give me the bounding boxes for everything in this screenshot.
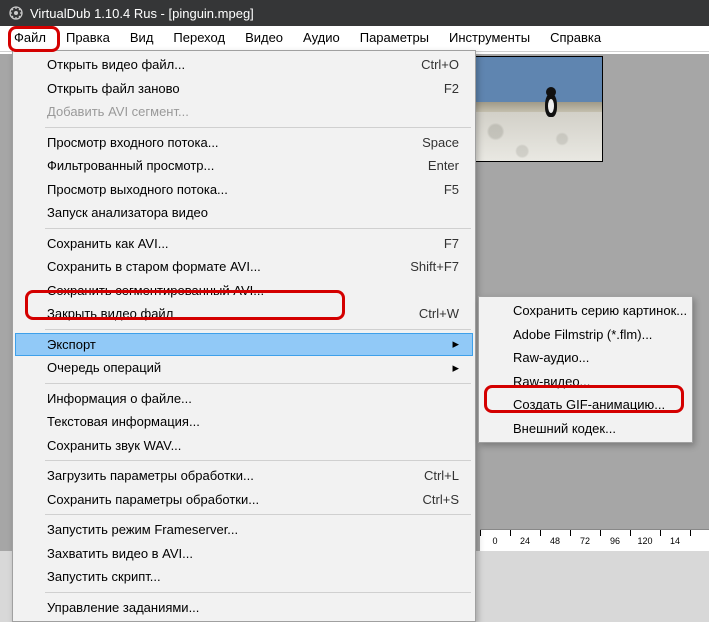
timeline-tick-label: 96	[600, 536, 630, 546]
window-title: VirtualDub 1.10.4 Rus - [pinguin.mpeg]	[30, 6, 254, 21]
file-menu-add-avi-segment: Добавить AVI сегмент...	[15, 100, 473, 124]
file-menu-load-processing[interactable]: Загрузить параметры обработки... Ctrl+L	[15, 464, 473, 488]
menu-bar: Файл Правка Вид Переход Видео Аудио Пара…	[0, 26, 709, 52]
export-external-codec[interactable]: Внешний кодек...	[481, 417, 690, 441]
file-menu-export[interactable]: Экспорт ▸	[15, 333, 473, 357]
export-create-gif[interactable]: Создать GIF-анимацию...	[481, 393, 690, 417]
file-menu-save-wav[interactable]: Сохранить звук WAV...	[15, 434, 473, 458]
file-menu-dropdown: Открыть видео файл... Ctrl+O Открыть фай…	[12, 50, 476, 622]
file-menu-save-segmented-avi[interactable]: Сохранить сегментированный AVI...	[15, 279, 473, 303]
file-menu-open-video[interactable]: Открыть видео файл... Ctrl+O	[15, 53, 473, 77]
menu-separator	[45, 592, 471, 593]
file-menu-preview-filtered[interactable]: Фильтрованный просмотр... Enter	[15, 154, 473, 178]
file-menu-save-processing[interactable]: Сохранить параметры обработки... Ctrl+S	[15, 488, 473, 512]
file-menu-capture-avi[interactable]: Захватить видео в AVI...	[15, 542, 473, 566]
timeline-tick-label: 24	[510, 536, 540, 546]
menu-video[interactable]: Видео	[235, 26, 293, 51]
timeline-tick-label: 48	[540, 536, 570, 546]
file-menu-run-analyzer[interactable]: Запуск анализатора видео	[15, 201, 473, 225]
timeline-tick-label: 72	[570, 536, 600, 546]
menu-separator	[45, 127, 471, 128]
video-preview	[468, 56, 603, 162]
file-menu-run-script[interactable]: Запустить скрипт...	[15, 565, 473, 589]
menu-edit[interactable]: Правка	[56, 26, 120, 51]
menu-help[interactable]: Справка	[540, 26, 611, 51]
menu-file[interactable]: Файл	[4, 26, 56, 51]
file-menu-text-info[interactable]: Текстовая информация...	[15, 410, 473, 434]
file-menu-preview-input[interactable]: Просмотр входного потока... Space	[15, 131, 473, 155]
file-menu-queue[interactable]: Очередь операций ▸	[15, 356, 473, 380]
timeline-tick-label: 120	[630, 536, 660, 546]
file-menu-save-old-avi[interactable]: Сохранить в старом формате AVI... Shift+…	[15, 255, 473, 279]
file-menu-reopen[interactable]: Открыть файл заново F2	[15, 77, 473, 101]
file-menu-frameserver[interactable]: Запустить режим Frameserver...	[15, 518, 473, 542]
file-menu-job-control[interactable]: Управление заданиями...	[15, 596, 473, 620]
menu-tools[interactable]: Инструменты	[439, 26, 540, 51]
submenu-arrow-icon: ▸	[451, 360, 459, 376]
menu-separator	[45, 460, 471, 461]
menu-separator	[45, 329, 471, 330]
timeline-ruler[interactable]: 02448729612014	[480, 529, 709, 551]
menu-view[interactable]: Вид	[120, 26, 164, 51]
title-bar: VirtualDub 1.10.4 Rus - [pinguin.mpeg]	[0, 0, 709, 26]
menu-goto[interactable]: Переход	[163, 26, 235, 51]
penguin-graphic	[542, 87, 560, 123]
timeline-tick-label: 14	[660, 536, 690, 546]
app-icon	[8, 5, 24, 21]
menu-separator	[45, 514, 471, 515]
menu-options[interactable]: Параметры	[350, 26, 439, 51]
submenu-arrow-icon: ▸	[451, 336, 459, 352]
file-menu-file-info[interactable]: Информация о файле...	[15, 387, 473, 411]
export-image-sequence[interactable]: Сохранить серию картинок...	[481, 299, 690, 323]
file-menu-save-avi[interactable]: Сохранить как AVI... F7	[15, 232, 473, 256]
export-raw-audio[interactable]: Raw-аудио...	[481, 346, 690, 370]
menu-audio[interactable]: Аудио	[293, 26, 350, 51]
file-menu-preview-output[interactable]: Просмотр выходного потока... F5	[15, 178, 473, 202]
menu-separator	[45, 383, 471, 384]
export-submenu-dropdown: Сохранить серию картинок... Adobe Filmst…	[478, 296, 693, 443]
menu-separator	[45, 228, 471, 229]
file-menu-close-video[interactable]: Закрыть видео файл Ctrl+W	[15, 302, 473, 326]
export-raw-video[interactable]: Raw-видео...	[481, 370, 690, 394]
export-filmstrip[interactable]: Adobe Filmstrip (*.flm)...	[481, 323, 690, 347]
timeline-tick-label: 0	[480, 536, 510, 546]
